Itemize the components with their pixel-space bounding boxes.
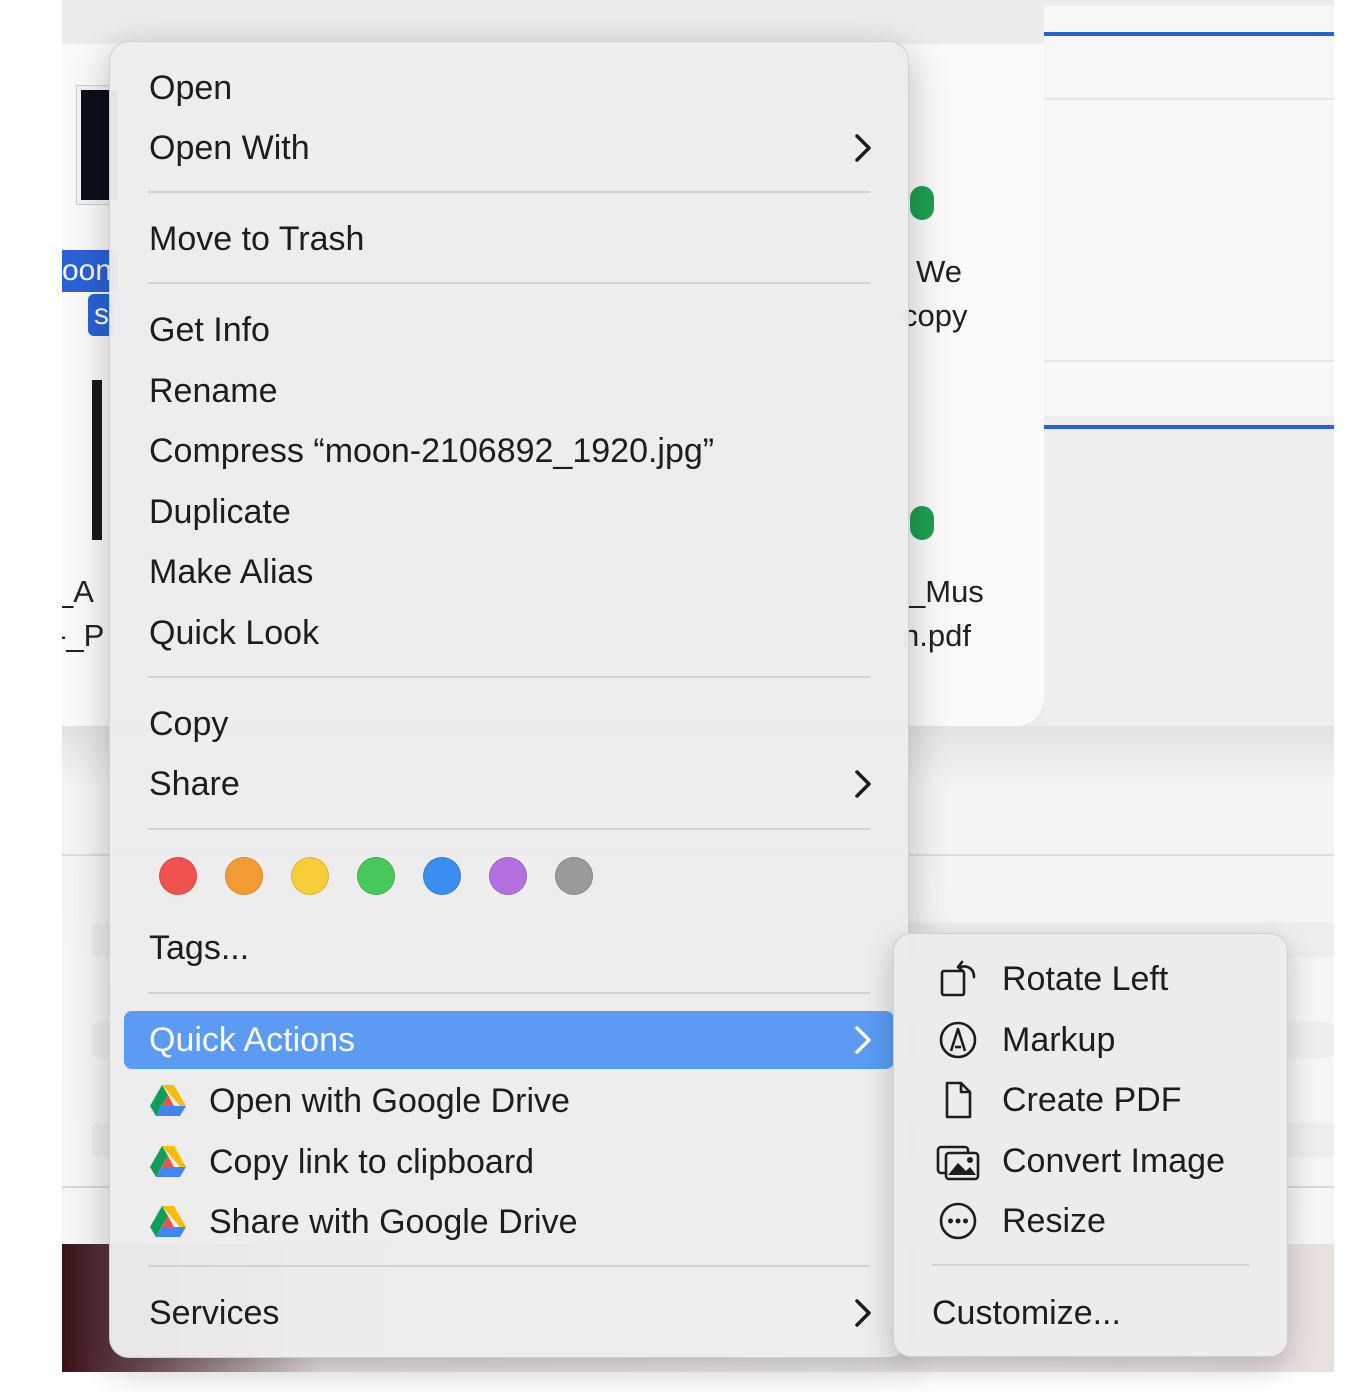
markup-icon [936, 1018, 980, 1062]
file-label: copy [902, 298, 968, 333]
file-label: We [916, 254, 962, 289]
menu-item-label: Quick Look [149, 613, 320, 652]
submenu-item-label: Create PDF [1002, 1080, 1182, 1119]
submenu-item-create-pdf[interactable]: Create PDF [904, 1071, 1277, 1129]
menu-item-duplicate[interactable]: Duplicate [124, 483, 894, 541]
menu-item-label: Open With [149, 128, 310, 167]
menu-item-label: Tags... [149, 928, 250, 967]
menu-item-move-to-trash[interactable]: Move to Trash [124, 210, 894, 268]
finder-side-pane-lower [1044, 420, 1334, 775]
chevron-right-icon [854, 119, 872, 177]
menu-separator [148, 191, 870, 193]
file-icon [910, 506, 934, 540]
google-drive-icon [149, 1084, 187, 1118]
menu-item-share-with-google-drive[interactable]: Share with Google Drive [124, 1193, 894, 1251]
menu-separator [148, 828, 870, 830]
menu-item-open-with-google-drive[interactable]: Open with Google Drive [124, 1072, 894, 1130]
tag-green-dot[interactable] [357, 857, 395, 895]
more-icon [936, 1199, 980, 1243]
submenu-item-label: Convert Image [1002, 1141, 1225, 1180]
menu-item-label: Get Info [149, 310, 270, 349]
menu-separator [148, 282, 870, 284]
menu-separator [148, 992, 870, 994]
submenu-item-label: Rotate Left [1002, 959, 1169, 998]
menu-separator [932, 1264, 1249, 1266]
menu-item-rename[interactable]: Rename [124, 362, 894, 420]
menu-item-make-alias[interactable]: Make Alias [124, 543, 894, 601]
google-drive-icon [149, 1145, 187, 1179]
menu-item-label: Services [149, 1293, 280, 1332]
menu-item-get-info[interactable]: Get Info [124, 301, 894, 359]
submenu-item-customize[interactable]: Customize... [904, 1284, 1277, 1342]
menu-item-compress[interactable]: Compress “moon-2106892_1920.jpg” [124, 422, 894, 480]
document-icon [936, 1078, 980, 1122]
file-label: _A [62, 574, 94, 609]
menu-item-label: Copy [149, 704, 229, 743]
menu-item-label: Duplicate [149, 492, 291, 531]
submenu-item-resize[interactable]: Resize [904, 1192, 1277, 1250]
menu-item-label: Rename [149, 371, 278, 410]
menu-item-label: Share with Google Drive [209, 1202, 578, 1241]
file-label: -_P [62, 618, 105, 653]
tag-gray-dot[interactable] [555, 857, 593, 895]
menu-item-copy[interactable]: Copy [124, 695, 894, 753]
photos-icon [936, 1139, 980, 1183]
rotate-left-icon [936, 957, 980, 1001]
quick-actions-submenu: Rotate Left Markup Create PDF Convert Im… [893, 933, 1288, 1357]
menu-item-copy-link-to-clipboard[interactable]: Copy link to clipboard [124, 1133, 894, 1191]
menu-item-label: Share [149, 764, 240, 803]
submenu-item-markup[interactable]: Markup [904, 1011, 1277, 1069]
tag-purple-dot[interactable] [489, 857, 527, 895]
menu-item-label: Quick Actions [149, 1020, 355, 1059]
menu-separator [148, 1265, 870, 1267]
menu-item-label: Copy link to clipboard [209, 1142, 535, 1181]
menu-item-label: Open with Google Drive [209, 1081, 570, 1120]
menu-item-quick-look[interactable]: Quick Look [124, 604, 894, 662]
file-label: _Mus [908, 574, 984, 609]
submenu-item-label: Customize... [932, 1293, 1121, 1332]
finder-side-pane [1044, 6, 1334, 416]
menu-separator [148, 676, 870, 678]
submenu-item-label: Markup [1002, 1020, 1116, 1059]
file-label: n.pdf [902, 618, 971, 653]
menu-item-label: Move to Trash [149, 219, 365, 258]
menu-item-label: Make Alias [149, 552, 314, 591]
file-icon [910, 186, 934, 220]
submenu-item-label: Resize [1002, 1201, 1106, 1240]
file-thumbnail[interactable] [92, 380, 102, 540]
tag-blue-dot[interactable] [423, 857, 461, 895]
tag-yellow-dot[interactable] [291, 857, 329, 895]
tag-red-dot[interactable] [159, 857, 197, 895]
menu-item-label: Open [149, 68, 233, 107]
submenu-item-rotate-left[interactable]: Rotate Left [904, 950, 1277, 1008]
menu-item-tags[interactable]: Tags... [124, 919, 894, 977]
chevron-right-icon [854, 1011, 872, 1069]
submenu-item-convert-image[interactable]: Convert Image [904, 1132, 1277, 1190]
menu-item-quick-actions[interactable]: Quick Actions [124, 1011, 894, 1069]
context-menu: Open Open With Move to Trash Get Info Re… [109, 41, 909, 1358]
google-drive-icon [149, 1205, 187, 1239]
menu-item-share[interactable]: Share [124, 755, 894, 813]
menu-item-open[interactable]: Open [124, 59, 894, 117]
tag-orange-dot[interactable] [225, 857, 263, 895]
chevron-right-icon [854, 755, 872, 813]
menu-item-open-with[interactable]: Open With [124, 119, 894, 177]
menu-item-services[interactable]: Services [124, 1284, 894, 1342]
menu-item-label: Compress “moon-2106892_1920.jpg” [149, 431, 715, 470]
chevron-right-icon [854, 1284, 872, 1342]
